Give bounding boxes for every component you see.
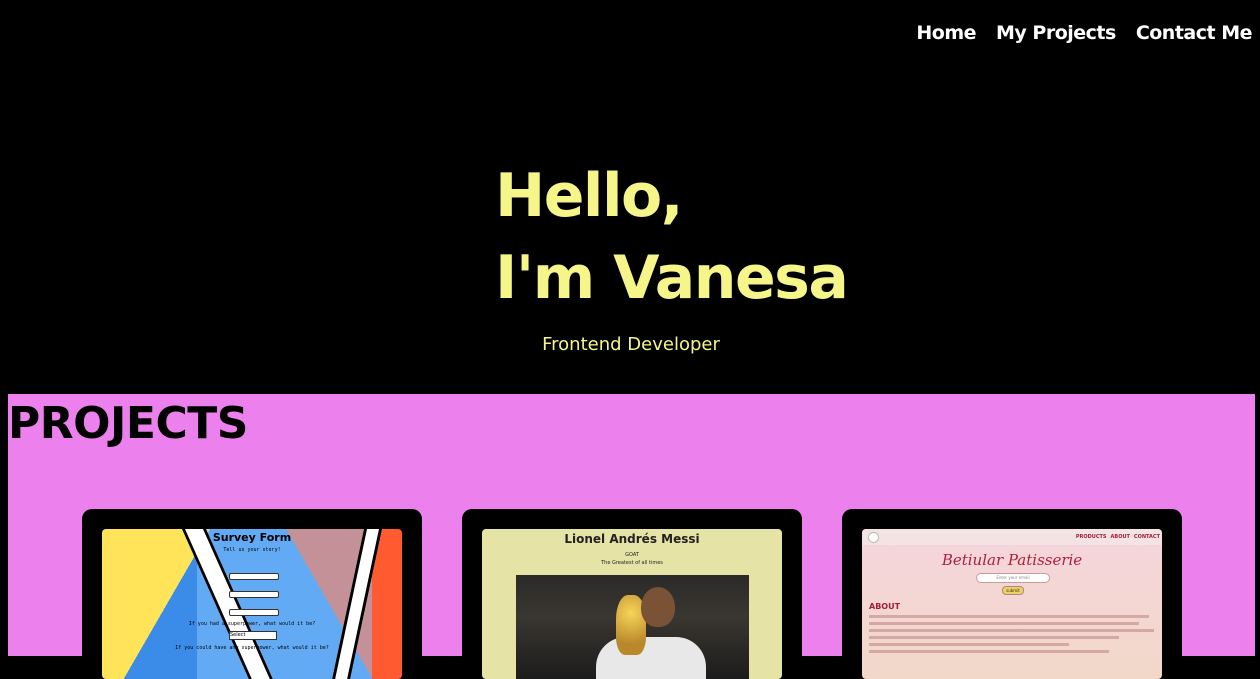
hero-greeting-line2: I'm Vanesa xyxy=(495,243,849,313)
about-text-line xyxy=(869,636,1119,639)
about-text-line xyxy=(869,650,1109,653)
hero-subtitle: Frontend Developer xyxy=(542,334,720,355)
projects-section: PROJECTS Survey Form Tell us your story!… xyxy=(8,394,1255,679)
project-card-patisserie[interactable]: PRODUCTS ABOUT CONTACT Betiular Patisser… xyxy=(842,509,1182,679)
survey-question-2: If you could have any superpower, what w… xyxy=(175,645,329,651)
patisserie-nav-about: ABOUT xyxy=(1110,534,1130,540)
nav-projects-link[interactable]: My Projects xyxy=(996,22,1116,44)
messi-photo xyxy=(516,575,749,679)
nav-home-link[interactable]: Home xyxy=(916,22,976,44)
project-thumbnail-survey[interactable]: Survey Form Tell us your story! If you h… xyxy=(102,529,402,679)
about-text-line xyxy=(869,629,1154,632)
survey-email-field xyxy=(229,591,279,598)
messi-goat: GOAT xyxy=(625,552,639,558)
projects-heading: PROJECTS xyxy=(8,398,248,449)
project-card-messi[interactable]: Lionel Andrés Messi GOAT The Greatest of… xyxy=(462,509,802,679)
survey-select: Select xyxy=(229,631,277,640)
survey-name-field xyxy=(229,573,279,580)
about-text-line xyxy=(869,622,1139,625)
hero-title: Hello, I'm Vanesa xyxy=(495,155,849,319)
messi-tagline: The Greatest of all times xyxy=(601,560,663,566)
patisserie-nav-links: PRODUCTS ABOUT CONTACT xyxy=(1076,534,1160,540)
project-thumbnail-messi[interactable]: Lionel Andrés Messi GOAT The Greatest of… xyxy=(482,529,782,679)
project-card-survey[interactable]: Survey Form Tell us your story! If you h… xyxy=(82,509,422,679)
photo-shirt xyxy=(596,637,706,679)
project-thumbnail-patisserie[interactable]: PRODUCTS ABOUT CONTACT Betiular Patisser… xyxy=(862,529,1162,679)
patisserie-nav-products: PRODUCTS xyxy=(1075,534,1107,540)
patisserie-email-input: Enter your email xyxy=(976,573,1050,583)
patisserie-brand: Betiular Patisserie xyxy=(941,551,1083,569)
patisserie-submit-button: submit xyxy=(1002,586,1024,595)
nav-contact-link[interactable]: Contact Me xyxy=(1136,22,1253,44)
patisserie-nav-contact: CONTACT xyxy=(1133,534,1160,540)
messi-title: Lionel Andrés Messi xyxy=(564,532,700,546)
survey-question-1: If you had a superpower, what would it b… xyxy=(188,621,316,627)
survey-age-field xyxy=(229,609,279,616)
patisserie-navbar: PRODUCTS ABOUT CONTACT xyxy=(862,529,1162,545)
about-text-line xyxy=(869,615,1149,618)
photo-head xyxy=(641,587,675,627)
patisserie-about-heading: ABOUT xyxy=(869,602,901,611)
patisserie-logo-icon xyxy=(868,532,879,543)
main-nav: Home My Projects Contact Me xyxy=(916,22,1252,44)
hero-greeting-line1: Hello, xyxy=(495,161,684,231)
survey-subtitle: Tell us your story! xyxy=(223,547,281,553)
about-text-line xyxy=(869,643,1069,646)
survey-title: Survey Form xyxy=(212,531,292,544)
